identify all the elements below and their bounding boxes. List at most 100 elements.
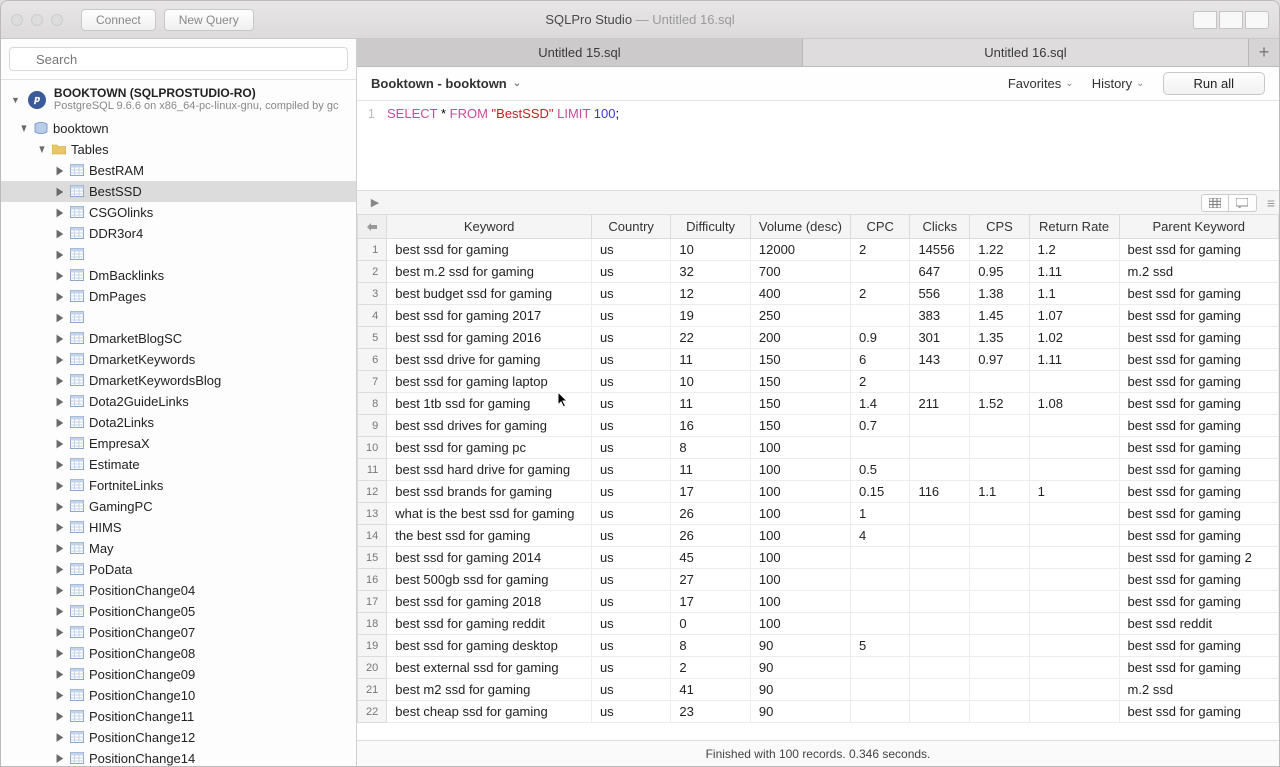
table-row[interactable]: 18best ssd for gaming redditus0100best s… xyxy=(358,613,1279,635)
cell[interactable]: 150 xyxy=(750,393,850,415)
connection-selector[interactable]: Booktown - booktown ⌄ xyxy=(371,76,521,91)
tree-table-item[interactable]: ▶Dota2Links xyxy=(1,412,356,433)
cell[interactable]: 26 xyxy=(671,525,751,547)
cell[interactable]: 556 xyxy=(910,283,970,305)
cell[interactable] xyxy=(910,569,970,591)
disclosure-icon[interactable]: ▶ xyxy=(55,499,65,513)
cell[interactable] xyxy=(1029,657,1119,679)
disclosure-icon[interactable]: ▶ xyxy=(55,184,65,198)
cell[interactable]: 1.1 xyxy=(970,481,1029,503)
tree-table-item[interactable]: ▶BestRAM xyxy=(1,160,356,181)
disclosure-icon[interactable]: ▶ xyxy=(55,478,65,492)
cell[interactable] xyxy=(850,591,909,613)
sql-editor[interactable]: 1 SELECT * FROM "BestSSD" LIMIT 100; xyxy=(357,101,1279,191)
tree-table-item[interactable]: ▶PositionChange12 xyxy=(1,727,356,748)
cell[interactable]: us xyxy=(591,459,670,481)
cell[interactable]: best ssd for gaming xyxy=(387,239,592,261)
cell[interactable]: best ssd for gaming 2016 xyxy=(387,327,592,349)
cell[interactable]: 27 xyxy=(671,569,751,591)
cell[interactable] xyxy=(910,657,970,679)
cell[interactable]: 2 xyxy=(850,239,909,261)
cell[interactable]: 11 xyxy=(671,349,751,371)
run-all-button[interactable]: Run all xyxy=(1163,72,1265,95)
tree-table-item[interactable]: ▶DmarketKeywordsBlog xyxy=(1,370,356,391)
cell[interactable]: 116 xyxy=(910,481,970,503)
tree-table-item[interactable]: ▶ xyxy=(1,244,356,265)
disclosure-icon[interactable]: ▶ xyxy=(55,751,65,765)
cell[interactable]: best ssd for gaming xyxy=(1119,393,1278,415)
cell[interactable]: best 500gb ssd for gaming xyxy=(387,569,592,591)
disclosure-icon[interactable]: ▶ xyxy=(55,730,65,744)
cell[interactable]: 32 xyxy=(671,261,751,283)
tree-table-item[interactable]: ▶ xyxy=(1,307,356,328)
cell[interactable]: 6 xyxy=(850,349,909,371)
cell[interactable] xyxy=(1029,459,1119,481)
cell[interactable]: us xyxy=(591,437,670,459)
disclosure-icon[interactable]: ▶ xyxy=(55,667,65,681)
cell[interactable]: 19 xyxy=(671,305,751,327)
cell[interactable] xyxy=(850,437,909,459)
layout-left-button[interactable] xyxy=(1193,11,1217,29)
table-row[interactable]: 17best ssd for gaming 2018us17100best ss… xyxy=(358,591,1279,613)
tree-table-item[interactable]: ▶GamingPC xyxy=(1,496,356,517)
cell[interactable]: 12000 xyxy=(750,239,850,261)
disclosure-icon[interactable]: ▶ xyxy=(55,583,65,597)
cell[interactable]: 100 xyxy=(750,437,850,459)
cell[interactable]: us xyxy=(591,503,670,525)
cell[interactable]: best ssd for gaming xyxy=(1119,503,1278,525)
cell[interactable] xyxy=(970,415,1029,437)
cell[interactable] xyxy=(910,613,970,635)
cell[interactable] xyxy=(1029,569,1119,591)
cell[interactable]: 150 xyxy=(750,371,850,393)
cell[interactable]: best ssd for gaming reddit xyxy=(387,613,592,635)
table-row[interactable]: 1best ssd for gamingus10120002145561.221… xyxy=(358,239,1279,261)
cell[interactable] xyxy=(850,679,909,701)
cell[interactable] xyxy=(970,371,1029,393)
cell[interactable]: best ssd for gaming xyxy=(1119,481,1278,503)
cell[interactable] xyxy=(850,305,909,327)
disclosure-icon[interactable]: ▶ xyxy=(55,688,65,702)
cell[interactable]: 16 xyxy=(671,415,751,437)
tree-table-item[interactable]: ▶EmpresaX xyxy=(1,433,356,454)
cell[interactable]: best ssd for gaming pc xyxy=(387,437,592,459)
cell[interactable] xyxy=(1029,547,1119,569)
disclosure-icon[interactable]: ▶ xyxy=(55,457,65,471)
cell[interactable]: us xyxy=(591,349,670,371)
cell[interactable]: 90 xyxy=(750,679,850,701)
cell[interactable]: 383 xyxy=(910,305,970,327)
cell[interactable]: m.2 ssd xyxy=(1119,261,1278,283)
cell[interactable] xyxy=(910,437,970,459)
disclosure-icon[interactable]: ▶ xyxy=(55,709,65,723)
cell[interactable]: best ssd for gaming xyxy=(1119,415,1278,437)
cell[interactable]: best ssd for gaming 2018 xyxy=(387,591,592,613)
cell[interactable]: us xyxy=(591,261,670,283)
cell[interactable]: 200 xyxy=(750,327,850,349)
cell[interactable]: us xyxy=(591,701,670,723)
cell[interactable] xyxy=(850,261,909,283)
cell[interactable]: 2 xyxy=(850,371,909,393)
cell[interactable]: best ssd for gaming xyxy=(1119,459,1278,481)
disclosure-icon[interactable]: ▶ xyxy=(55,268,65,282)
disclosure-icon[interactable]: ▶ xyxy=(55,310,65,324)
table-row[interactable]: 3best budget ssd for gamingus1240025561.… xyxy=(358,283,1279,305)
text-view-button[interactable] xyxy=(1229,194,1257,212)
cell[interactable]: 647 xyxy=(910,261,970,283)
column-header[interactable]: Country xyxy=(591,215,670,239)
cell[interactable]: us xyxy=(591,415,670,437)
cell[interactable] xyxy=(970,613,1029,635)
cell[interactable]: 4 xyxy=(850,525,909,547)
cell[interactable] xyxy=(850,701,909,723)
tree-table-item[interactable]: ▶PositionChange11 xyxy=(1,706,356,727)
layout-bottom-button[interactable] xyxy=(1219,11,1243,29)
cell[interactable]: best ssd for gaming xyxy=(1119,591,1278,613)
cell[interactable] xyxy=(1029,679,1119,701)
cell[interactable]: best ssd for gaming xyxy=(1119,371,1278,393)
cell[interactable]: us xyxy=(591,371,670,393)
column-header[interactable]: Return Rate xyxy=(1029,215,1119,239)
cell[interactable]: 1.4 xyxy=(850,393,909,415)
tree-table-item[interactable]: ▶CSGOlinks xyxy=(1,202,356,223)
cell[interactable] xyxy=(1029,415,1119,437)
cell[interactable]: us xyxy=(591,525,670,547)
disclosure-icon[interactable]: ▶ xyxy=(55,163,65,177)
search-input[interactable] xyxy=(9,47,348,71)
